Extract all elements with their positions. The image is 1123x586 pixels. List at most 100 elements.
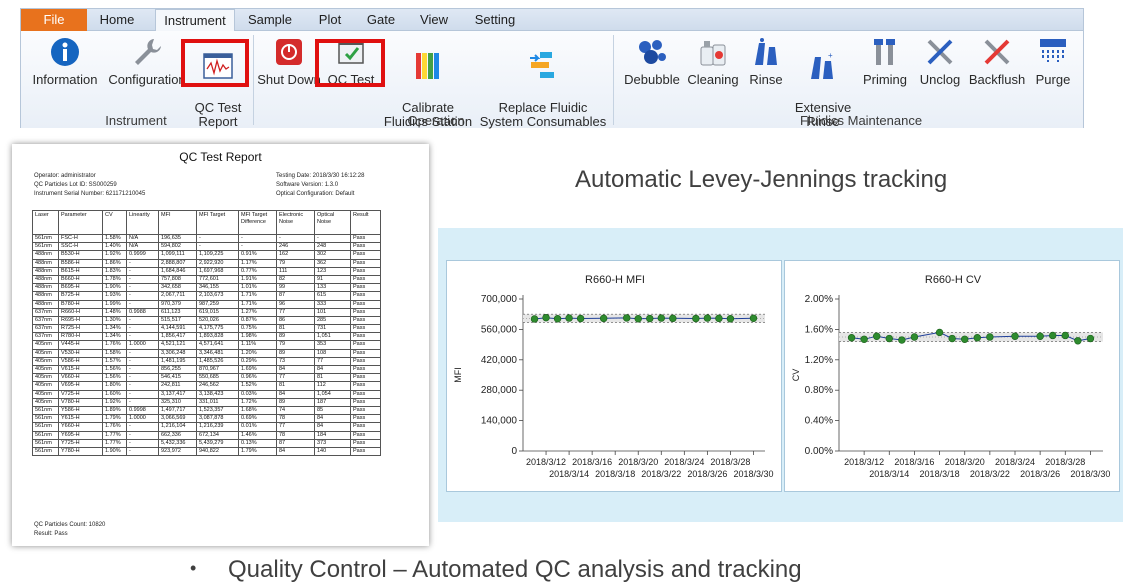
table-cell: 333	[314, 299, 351, 309]
table-cell: 1,216,239	[196, 422, 239, 432]
tab-file[interactable]: File	[21, 9, 87, 31]
table-cell: V530-H	[58, 348, 103, 358]
serial-text: Instrument Serial Number: 621171210045	[34, 191, 146, 197]
x-tick-label: 2018/3/30	[733, 469, 773, 479]
y-tick-label: 700,000	[481, 294, 518, 305]
table-cell: 4,571,641	[196, 340, 239, 350]
table-cell: 561nm	[32, 422, 59, 432]
table-cell: R660-H	[58, 307, 103, 317]
table-cell: 3,346,481	[196, 348, 239, 358]
table-cell: 1.89%	[102, 405, 127, 416]
table-row: 488nm B586-H 1.86% -2,888,807 2,922,920 1.17%…	[32, 258, 381, 268]
table-cell: 1.46%	[238, 430, 277, 440]
shut-down-button[interactable]: Shut Down	[257, 35, 321, 87]
table-cell: 81	[314, 373, 351, 383]
purge-label: Purge	[1035, 72, 1071, 87]
debubble-button[interactable]: Debubble	[621, 35, 683, 87]
table-row: 561nm FSC-H 1.58% N/A 196,635- - - - Pass	[32, 233, 381, 244]
y-tick-label: 0.40%	[805, 416, 833, 427]
table-cell: 162	[276, 250, 315, 260]
y-tick-label: 2.00%	[805, 294, 833, 305]
data-point	[715, 314, 723, 323]
table-cell: 405nm	[32, 348, 59, 358]
table-cell: 81	[276, 324, 315, 334]
cv-chart-card: R660-H CV CV 0.00% 0.40% 0.80% 1.20% 1.60% 2.00…	[784, 260, 1120, 492]
tab-view[interactable]: View	[417, 9, 451, 31]
table-cell: 84	[276, 446, 315, 457]
backflush-button[interactable]: Backflush	[967, 35, 1027, 87]
tab-instrument[interactable]: Instrument	[155, 9, 235, 32]
table-cell: Pass	[350, 340, 381, 350]
table-cell: 405nm	[32, 373, 59, 383]
table-row: 488nm B695-H 1.90% -342,658 346,155 1.01% 99 13…	[32, 283, 381, 293]
table-cell: 248	[314, 242, 351, 252]
table-cell: 488nm	[32, 250, 59, 260]
priming-button[interactable]: Priming	[857, 35, 913, 87]
data-point	[860, 335, 868, 343]
tab-setting[interactable]: Setting	[473, 9, 517, 31]
table-cell: 1,485,526	[196, 356, 239, 367]
purge-shower-icon	[1040, 39, 1066, 62]
table-cell: 184	[314, 430, 351, 440]
table-cell: -	[126, 397, 159, 407]
tab-sample[interactable]: Sample	[243, 9, 297, 31]
tab-gate[interactable]: Gate	[363, 9, 399, 31]
table-row: 405nm V780-H 1.92% -325,310 331,011 1.72% 89 18…	[32, 397, 381, 407]
table-cell: 405nm	[32, 389, 59, 399]
table-cell: 187	[314, 397, 351, 407]
cv-chart: R660-H CV CV 0.00% 0.40% 0.80% 1.20% 1.60% 2.00…	[791, 274, 1110, 479]
table-cell: 1.17%	[238, 258, 277, 268]
optical-config-text: Optical Configuration: Default	[276, 191, 355, 197]
svg-text:+: +	[828, 51, 833, 60]
table-row: 561nm Y780-H 1.90% -923,972 940,822 1.79% 84 14…	[32, 446, 381, 457]
table-cell: 1.79%	[238, 446, 277, 457]
y-tick-label: 1.60%	[805, 324, 833, 335]
cleaning-button[interactable]: Cleaning	[685, 35, 741, 87]
table-cell: 1.90%	[102, 283, 127, 293]
table-cell: -	[314, 233, 351, 244]
table-cell: B660-H	[58, 274, 103, 285]
data-point	[973, 334, 981, 342]
extensive-rinse-icon: +	[811, 51, 833, 79]
table-cell: 1.34%	[102, 332, 127, 342]
configuration-button[interactable]: Configuration	[105, 35, 189, 87]
table-cell: Pass	[350, 373, 381, 383]
table-cell: 77	[276, 422, 315, 432]
x-tick-label: 2018/3/14	[869, 469, 909, 479]
table-cell: 520,026	[196, 315, 239, 326]
data-point	[530, 315, 539, 323]
table-cell: 99	[276, 283, 315, 293]
table-header-cell: MFI	[158, 210, 197, 235]
purge-button[interactable]: Purge	[1029, 35, 1077, 87]
table-cell: Pass	[350, 414, 381, 424]
table-cell: 1,216,104	[158, 422, 197, 432]
ribbon-tab-bar: File Home Instrument Sample Plot Gate Vi…	[21, 9, 1083, 32]
table-cell: 561nm	[32, 430, 59, 440]
table-header-cell: MFI Target	[196, 210, 239, 235]
unclog-label: Unclog	[919, 72, 961, 87]
table-cell: 79	[276, 340, 315, 350]
table-cell: 488nm	[32, 274, 59, 285]
rinse-button[interactable]: Rinse	[743, 35, 789, 87]
table-cell: 140	[314, 446, 351, 457]
table-cell: 561nm	[32, 405, 59, 416]
data-point	[553, 315, 562, 323]
information-button[interactable]: Information	[27, 35, 103, 87]
table-cell: 405nm	[32, 397, 59, 407]
table-cell: 246,562	[196, 381, 239, 391]
tab-home[interactable]: Home	[93, 9, 141, 31]
table-cell: 325,310	[158, 397, 197, 407]
table-cell: 515,517	[158, 315, 197, 326]
table-cell: 112	[314, 381, 351, 391]
table-cell: 1.34%	[102, 324, 127, 334]
data-point	[657, 314, 665, 322]
data-point	[885, 334, 893, 343]
x-tick-label: 2018/3/18	[920, 469, 960, 479]
y-tick-label: 560,000	[481, 324, 518, 335]
table-cell: 3,066,569	[158, 414, 197, 424]
tab-plot[interactable]: Plot	[313, 9, 347, 31]
data-point	[1086, 334, 1095, 343]
unclog-button[interactable]: Unclog	[915, 35, 965, 87]
table-cell: N/A	[126, 242, 159, 252]
y-axis-label: MFI	[453, 367, 463, 383]
